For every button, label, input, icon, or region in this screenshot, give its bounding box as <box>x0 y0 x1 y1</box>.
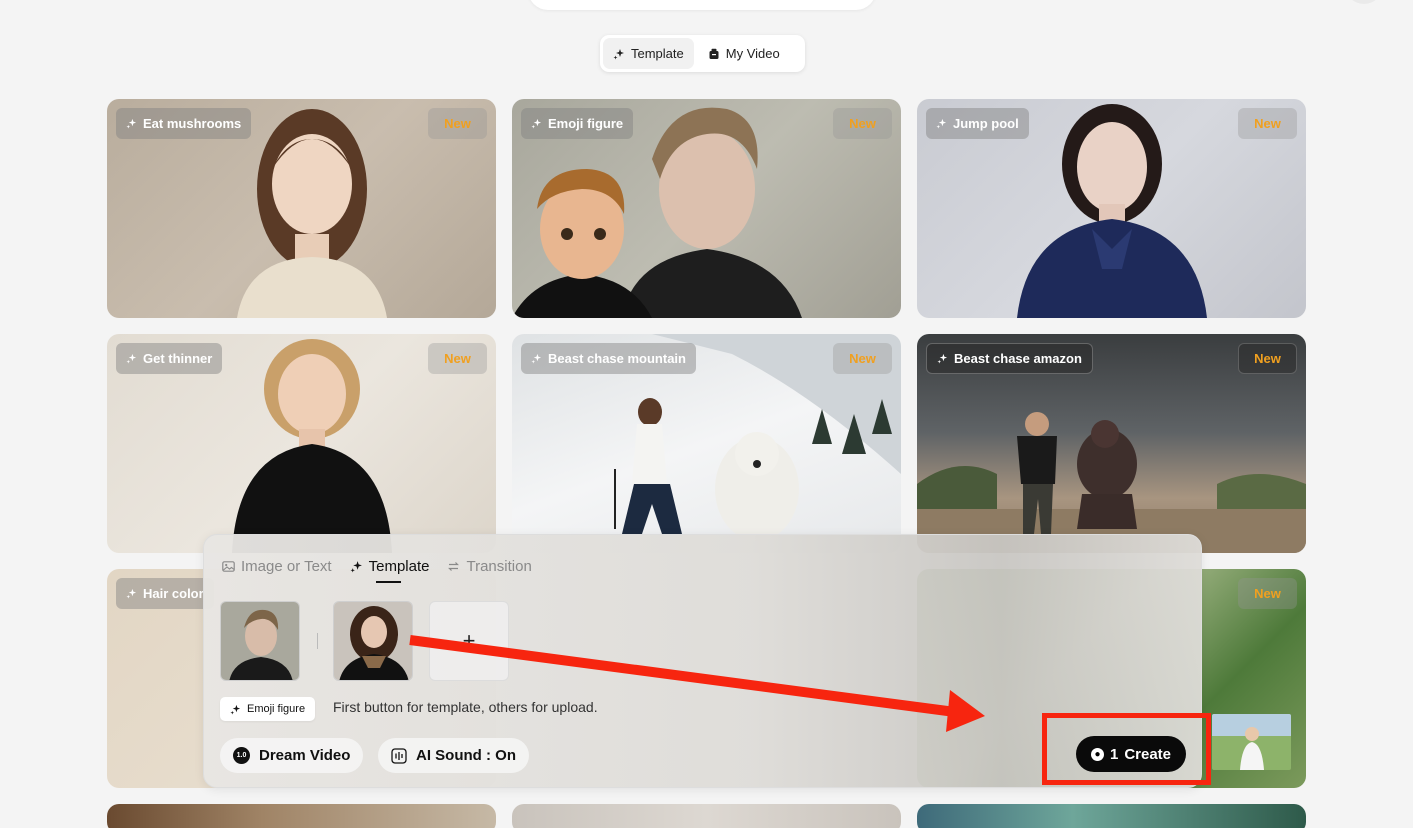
template-chip-label: Emoji figure <box>247 703 306 715</box>
new-badge: New <box>1238 108 1297 139</box>
woman-park-thumbnail <box>1212 714 1291 770</box>
avatar-edge[interactable] <box>1345 0 1383 4</box>
sound-wave-icon <box>391 747 407 764</box>
mode-toggle: Template My Video <box>600 35 805 72</box>
template-card-peek-2[interactable] <box>512 804 901 828</box>
panel-tabs: Image or Text Template Transition <box>222 551 532 583</box>
tab-template[interactable]: Template <box>603 38 694 69</box>
template-card-peek-1[interactable] <box>107 804 496 828</box>
tab-template-label: Template <box>631 46 684 61</box>
card-tag: Emoji figure <box>521 108 634 139</box>
template-chip[interactable]: Emoji figure <box>220 697 316 721</box>
template-card-jump-pool[interactable]: Jump pool New <box>917 99 1306 318</box>
sparkle-icon <box>936 118 947 129</box>
preview-thumbnail[interactable] <box>1212 714 1291 770</box>
card-tag: Get thinner <box>116 343 223 374</box>
template-card-emoji-figure[interactable]: Emoji figure New <box>512 99 901 318</box>
tab-transition[interactable]: Transition <box>447 551 532 581</box>
template-card-peek-3[interactable] <box>917 804 1306 828</box>
card-tag-label: Emoji figure <box>548 116 624 131</box>
card-tag-label: Get thinner <box>143 351 213 366</box>
sparkle-icon <box>126 118 137 129</box>
image-icon <box>222 560 235 572</box>
model-version-badge: 1.0 <box>233 747 250 764</box>
sparkle-icon <box>350 560 362 572</box>
man-portrait-thumbnail <box>221 602 299 680</box>
card-tag: Beast chase amazon <box>926 343 1093 374</box>
tab-image-or-text-label: Image or Text <box>241 557 332 575</box>
new-badge: New <box>428 343 487 374</box>
new-badge: New <box>833 343 892 374</box>
woman-portrait <box>232 339 392 553</box>
woman-portrait-thumbnail <box>334 602 412 680</box>
card-tag-label: Eat mushrooms <box>143 116 242 131</box>
search-bar-edge[interactable] <box>528 0 876 10</box>
ai-sound-toggle[interactable]: AI Sound : On <box>378 738 529 773</box>
new-badge: New <box>428 108 487 139</box>
upload-thumbnail[interactable] <box>333 601 413 681</box>
card-tag: Jump pool <box>926 108 1029 139</box>
annotation-highlight-box <box>1042 713 1211 785</box>
sparkle-icon <box>531 118 542 129</box>
card-tag: Beast chase mountain <box>521 343 696 374</box>
model-select-button[interactable]: 1.0 Dream Video <box>220 738 364 773</box>
woman-portrait <box>1017 104 1207 318</box>
sparkle-icon <box>230 704 241 715</box>
sparkle-icon <box>531 353 542 364</box>
tab-my-video-label: My Video <box>725 46 780 61</box>
sparkle-icon <box>126 353 137 364</box>
sparkle-icon <box>937 353 948 364</box>
card-tag-label: Beast chase amazon <box>954 351 1082 366</box>
tab-template-panel-label: Template <box>368 557 430 575</box>
video-box-icon <box>709 48 719 59</box>
tab-image-or-text[interactable]: Image or Text <box>222 551 332 581</box>
card-tag-label: Jump pool <box>953 116 1019 131</box>
swap-icon <box>448 561 460 571</box>
sparkle-icon <box>126 588 137 599</box>
new-badge: New <box>1238 343 1297 374</box>
template-card-beast-chase-amazon[interactable]: Beast chase amazon New <box>917 334 1306 553</box>
ai-sound-label: AI Sound : On <box>416 747 516 764</box>
template-card-eat-mushrooms[interactable]: Eat mushrooms New <box>107 99 496 318</box>
add-upload-button[interactable]: + <box>429 601 509 681</box>
card-tag: Hair color <box>116 578 214 609</box>
template-card-get-thinner[interactable]: Get thinner New <box>107 334 496 553</box>
tab-my-video[interactable]: My Video <box>698 38 790 69</box>
new-badge: New <box>833 108 892 139</box>
template-card-beast-chase-mountain[interactable]: Beast chase mountain New <box>512 334 901 553</box>
tab-transition-label: Transition <box>466 557 532 575</box>
template-thumbnail[interactable] <box>220 601 300 681</box>
tab-template-panel[interactable]: Template <box>350 551 430 583</box>
card-tag: Eat mushrooms <box>116 108 252 139</box>
card-tag-label: Hair color <box>143 586 204 601</box>
new-badge: New <box>1238 578 1297 609</box>
card-tag-label: Beast chase mountain <box>548 351 686 366</box>
thumbnail-divider <box>317 633 318 649</box>
upload-hint: First button for template, others for up… <box>333 699 598 715</box>
sparkle-icon <box>613 48 624 59</box>
model-select-label: Dream Video <box>259 747 351 764</box>
